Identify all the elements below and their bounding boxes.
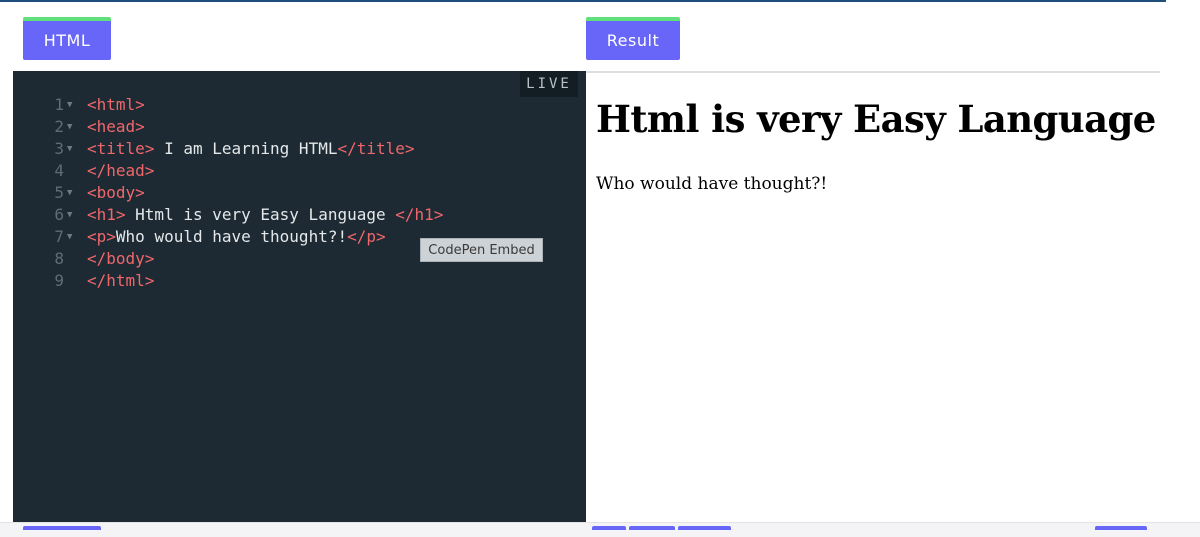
line-number: 1 (54, 95, 64, 114)
codepen-embed: HTML Result LIVE 1 ▼ <html> 2 ▼ <head> 3 ▼ <titl… (0, 0, 1200, 537)
code-line[interactable]: 2 ▼ <head> (13, 116, 586, 138)
code-content: Who would have thought?! (115, 227, 348, 246)
line-number: 7 (54, 227, 64, 246)
code-tag: <body> (87, 183, 145, 202)
code-text: <p>Who would have thought?!</p> (87, 226, 386, 248)
code-tag: <head> (87, 117, 145, 136)
result-paragraph: Who would have thought?! (596, 174, 828, 194)
bottom-button-right[interactable] (1095, 526, 1147, 530)
code-tag: </h1> (395, 205, 444, 224)
fold-arrow-icon[interactable]: ▼ (67, 182, 77, 204)
code-tag: </head> (87, 161, 155, 180)
code-tag: </body> (87, 249, 155, 268)
bottom-button-left[interactable] (23, 526, 101, 530)
code-tag: </html> (87, 271, 155, 290)
fold-arrow-icon[interactable]: ▼ (67, 204, 77, 226)
line-number: 4 (54, 161, 64, 180)
result-pane: Html is very Easy Language Who would hav… (586, 71, 1160, 522)
fold-arrow-icon[interactable]: ▼ (67, 138, 77, 160)
bottom-button-3[interactable] (678, 526, 731, 530)
code-line[interactable]: 1 ▼ <html> (13, 94, 586, 116)
code-tag: <p> (87, 227, 116, 246)
code-text: </head> (87, 160, 154, 182)
code-text: <h1> Html is very Easy Language </h1> (87, 204, 443, 226)
line-number: 2 (54, 117, 64, 136)
line-number: 5 (54, 183, 64, 202)
code-text: <html> (87, 94, 145, 116)
code-tag: </p> (347, 227, 386, 246)
code-line[interactable]: 4 </head> (13, 160, 586, 182)
top-accent-line (0, 0, 1166, 2)
code-lines: 1 ▼ <html> 2 ▼ <head> 3 ▼ <title> I am Learning … (13, 94, 586, 292)
fold-arrow-icon[interactable]: ▼ (67, 94, 77, 116)
line-number: 9 (54, 271, 64, 290)
line-number: 3 (54, 139, 64, 158)
code-tag: <h1> (87, 205, 126, 224)
code-content: I am Learning HTML (154, 139, 338, 158)
code-content: Html is very Easy Language (125, 205, 396, 224)
code-line[interactable]: 5 ▼ <body> (13, 182, 586, 204)
code-text: </body> (87, 248, 154, 270)
line-number: 6 (54, 205, 64, 224)
bottom-button-2[interactable] (629, 526, 675, 530)
code-tag: <title> (87, 139, 155, 158)
result-heading: Html is very Easy Language (596, 97, 1156, 141)
code-text: <body> (87, 182, 145, 204)
line-number: 8 (54, 249, 64, 268)
fold-arrow-icon[interactable]: ▼ (67, 226, 77, 248)
code-text: </html> (87, 270, 154, 292)
code-editor[interactable]: LIVE 1 ▼ <html> 2 ▼ <head> 3 ▼ <title> I am Lear… (13, 71, 586, 522)
fold-arrow-icon[interactable]: ▼ (67, 116, 77, 138)
code-text: <head> (87, 116, 145, 138)
code-line[interactable]: 3 ▼ <title> I am Learning HTML</title> (13, 138, 586, 160)
code-text: <title> I am Learning HTML</title> (87, 138, 415, 160)
codepen-embed-tooltip: CodePen Embed (420, 238, 543, 262)
bottom-button-1[interactable] (592, 526, 626, 530)
code-line[interactable]: 6 ▼ <h1> Html is very Easy Language </h1> (13, 204, 586, 226)
tab-result[interactable]: Result (586, 17, 680, 60)
tab-html[interactable]: HTML (23, 17, 111, 60)
code-tag: <html> (87, 95, 145, 114)
code-tag: </title> (337, 139, 415, 158)
code-line[interactable]: 9 </html> (13, 270, 586, 292)
